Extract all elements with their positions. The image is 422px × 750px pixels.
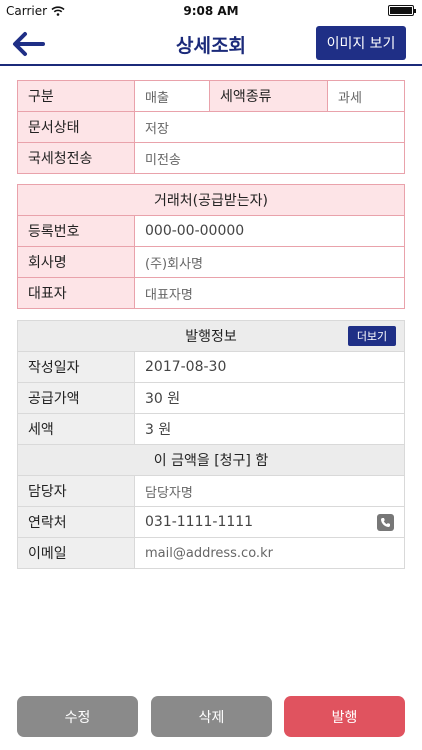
contact-value: 031-1111-1111 bbox=[145, 514, 254, 530]
email-label: 이메일 bbox=[17, 537, 135, 569]
tax-amount-value: 3 원 bbox=[134, 413, 405, 445]
table-row: 발행정보 더보기 bbox=[17, 320, 405, 352]
manager-value: 담당자명 bbox=[134, 475, 405, 507]
ceo-label: 대표자 bbox=[17, 277, 135, 309]
contact-label: 연락처 bbox=[17, 506, 135, 538]
ceo-value: 대표자명 bbox=[134, 277, 405, 309]
battery-icon bbox=[388, 5, 416, 16]
company-value: (주)회사명 bbox=[134, 246, 405, 278]
claim-text: 이 금액을 [청구] 함 bbox=[17, 444, 405, 476]
manager-label: 담당자 bbox=[17, 475, 135, 507]
type-value: 매출 bbox=[134, 80, 210, 112]
table-row: 문서상태 저장 bbox=[17, 111, 405, 143]
table-row: 연락처 031-1111-1111 bbox=[17, 506, 405, 538]
date-value: 2017-08-30 bbox=[134, 351, 405, 383]
phone-glyph-icon bbox=[381, 518, 390, 527]
nav-bar: 상세조회 이미지 보기 bbox=[0, 22, 422, 66]
nts-transfer-value: 미전송 bbox=[134, 142, 405, 174]
table-row: 국세청전송 미전송 bbox=[17, 142, 405, 174]
status-bar: Carrier 9:08 AM bbox=[0, 0, 422, 22]
contact-cell: 031-1111-1111 bbox=[134, 506, 405, 538]
table-row: 세액 3 원 bbox=[17, 413, 405, 445]
tax-type-label: 세액종류 bbox=[209, 80, 328, 112]
doc-state-label: 문서상태 bbox=[17, 111, 135, 143]
table-row: 작성일자 2017-08-30 bbox=[17, 351, 405, 383]
issue-button[interactable]: 발행 bbox=[284, 696, 405, 737]
delete-button[interactable]: 삭제 bbox=[151, 696, 272, 737]
nts-transfer-label: 국세청전송 bbox=[17, 142, 135, 174]
company-label: 회사명 bbox=[17, 246, 135, 278]
email-value: mail@address.co.kr bbox=[134, 537, 405, 569]
table-row: 담당자 담당자명 bbox=[17, 475, 405, 507]
table-row: 공급가액 30 원 bbox=[17, 382, 405, 414]
issue-info-table: 발행정보 더보기 작성일자 2017-08-30 공급가액 30 원 세액 3 … bbox=[17, 320, 405, 569]
issue-header: 발행정보 더보기 bbox=[17, 320, 405, 352]
tax-amount-label: 세액 bbox=[17, 413, 135, 445]
reg-number-label: 등록번호 bbox=[17, 215, 135, 247]
phone-icon[interactable] bbox=[377, 514, 394, 531]
tax-type-value: 과세 bbox=[327, 80, 405, 112]
edit-button[interactable]: 수정 bbox=[17, 696, 138, 737]
table-row: 등록번호 000-00-00000 bbox=[17, 215, 405, 247]
clock: 9:08 AM bbox=[183, 4, 239, 18]
table-row: 이 금액을 [청구] 함 bbox=[17, 444, 405, 476]
date-label: 작성일자 bbox=[17, 351, 135, 383]
type-label: 구분 bbox=[17, 80, 135, 112]
view-image-button[interactable]: 이미지 보기 bbox=[316, 26, 406, 60]
table-row: 대표자 대표자명 bbox=[17, 277, 405, 309]
table-row: 거래처(공급받는자) bbox=[17, 184, 405, 216]
document-info-table: 구분 매출 세액종류 과세 문서상태 저장 국세청전송 미전송 bbox=[17, 80, 405, 174]
doc-state-value: 저장 bbox=[134, 111, 405, 143]
partner-header: 거래처(공급받는자) bbox=[17, 184, 405, 216]
table-row: 구분 매출 세액종류 과세 bbox=[17, 80, 405, 112]
partner-table: 거래처(공급받는자) 등록번호 000-00-00000 회사명 (주)회사명 … bbox=[17, 184, 405, 309]
more-button[interactable]: 더보기 bbox=[348, 326, 396, 346]
table-row: 회사명 (주)회사명 bbox=[17, 246, 405, 278]
reg-number-value: 000-00-00000 bbox=[134, 215, 405, 247]
supply-amount-label: 공급가액 bbox=[17, 382, 135, 414]
table-row: 이메일 mail@address.co.kr bbox=[17, 537, 405, 569]
issue-header-label: 발행정보 bbox=[185, 329, 237, 345]
supply-amount-value: 30 원 bbox=[134, 382, 405, 414]
